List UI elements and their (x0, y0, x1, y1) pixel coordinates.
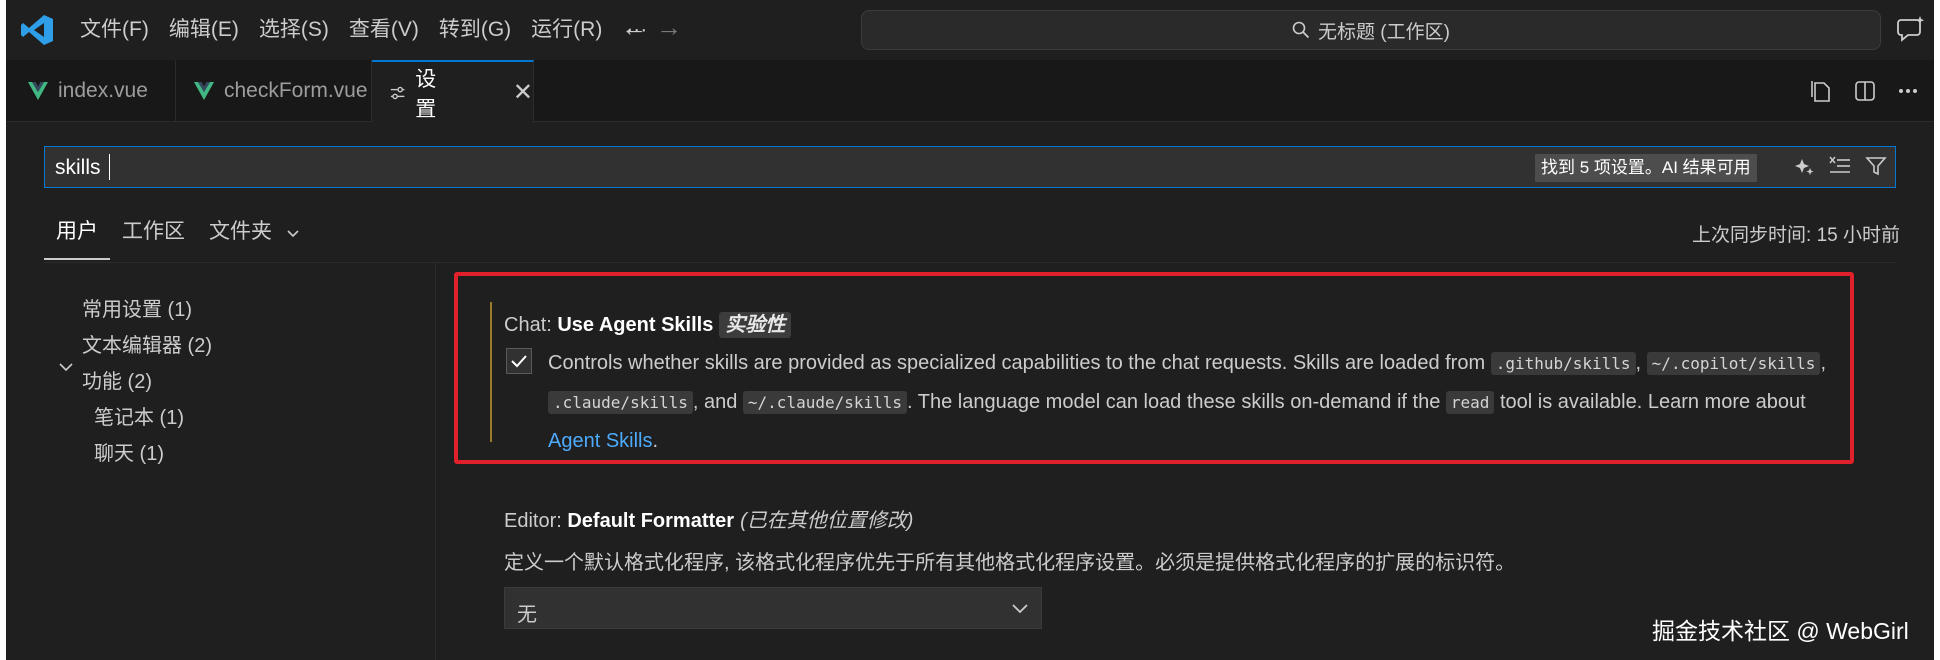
search-icon (1292, 21, 1310, 39)
setting-title-default-formatter: Editor: Default Formatter (已在其他位置修改) (504, 504, 913, 533)
desc-text: , (1820, 352, 1826, 374)
tab-folder[interactable]: 文件夹 (197, 210, 312, 260)
tab-label: checkForm.vue (224, 79, 368, 102)
tab-settings[interactable]: 设置 ✕ (372, 60, 534, 123)
more-actions-icon[interactable] (1898, 88, 1918, 94)
code-copilot-skills: ~/.copilot/skills (1646, 352, 1821, 375)
toc-item-text-editor[interactable]: 文本编辑器 (2) (82, 329, 212, 358)
code-github-skills: .github/skills (1490, 352, 1636, 375)
vscode-logo-icon (21, 15, 53, 45)
agent-skills-link[interactable]: Agent Skills (548, 430, 653, 452)
desc-text: Controls whether skills are provided as … (548, 352, 1491, 374)
desc-text: , and (692, 391, 738, 413)
chevron-down-icon (287, 230, 299, 238)
menu-bar: 文件(F) 编辑(E) 选择(S) 查看(V) 转到(G) 运行(R) ··· (70, 0, 661, 60)
text-caret (109, 154, 110, 180)
toc-item-commonly-used[interactable]: 常用设置 (1) (82, 293, 192, 322)
vue-icon (28, 82, 48, 100)
check-icon (511, 355, 527, 368)
ai-sparkle-icon[interactable] (1793, 155, 1815, 177)
filter-icon[interactable] (1865, 155, 1887, 177)
vscode-window: 文件(F) 编辑(E) 选择(S) 查看(V) 转到(G) 运行(R) ··· … (6, 0, 1934, 660)
title-bar: 文件(F) 编辑(E) 选择(S) 查看(V) 转到(G) 运行(R) ··· … (6, 0, 1934, 60)
default-formatter-select[interactable]: 无 (504, 587, 1042, 629)
code-home-claude-skills: ~/.claude/skills (742, 391, 908, 414)
menu-go[interactable]: 转到(G) (429, 0, 521, 60)
setting-description: 定义一个默认格式化程序, 该格式化程序优先于所有其他格式化程序设置。必须是提供格… (504, 552, 1516, 574)
select-value: 无 (517, 604, 537, 626)
code-read: read (1445, 391, 1495, 414)
setting-name: Default Formatter (567, 510, 735, 532)
command-center[interactable]: 无标题 (工作区) (861, 10, 1881, 50)
open-settings-json-icon[interactable] (1810, 79, 1832, 103)
toc-item-features[interactable]: 功能 (2) (82, 365, 152, 394)
split-editor-icon[interactable] (1854, 80, 1876, 102)
setting-title-use-agent-skills: Chat: Use Agent Skills 实验性 (504, 308, 792, 338)
chat-sparkle-icon[interactable] (1896, 14, 1926, 44)
forward-button[interactable]: → (656, 12, 682, 43)
menu-edit[interactable]: 编辑(E) (159, 0, 249, 60)
search-actions (1793, 155, 1887, 177)
menu-selection[interactable]: 选择(S) (249, 0, 339, 60)
use-agent-skills-checkbox[interactable] (506, 348, 532, 374)
setting-category: Editor: (504, 510, 568, 532)
back-button[interactable]: ← (621, 12, 647, 43)
chevron-down-icon[interactable] (58, 361, 74, 373)
tab-index-vue[interactable]: index.vue (6, 60, 176, 122)
settings-icon (390, 86, 405, 99)
tab-workspace[interactable]: 工作区 (110, 210, 197, 260)
close-icon[interactable]: ✕ (513, 78, 533, 107)
setting-focus-bar (490, 302, 492, 442)
desc-text: . (652, 430, 659, 452)
editor-actions (1810, 60, 1918, 122)
tab-user[interactable]: 用户 (44, 210, 110, 260)
desc-text: tool is available. Learn more about (1494, 391, 1806, 413)
menu-run[interactable]: 运行(R) (521, 0, 612, 60)
search-query: skills (55, 156, 101, 179)
desc-text: , (1635, 352, 1642, 374)
editor-tab-bar: index.vue checkForm.vue 设置 ✕ (6, 60, 1934, 123)
desc-text: . The language model can load these skil… (907, 391, 1446, 413)
toc-item-chat[interactable]: 聊天 (1) (94, 437, 164, 466)
last-sync-status: 上次同步时间: 15 小时前 (1692, 225, 1900, 246)
experimental-tag: 实验性 (719, 312, 792, 338)
setting-category: Chat: (504, 314, 558, 336)
toc-item-notebook[interactable]: 笔记本 (1) (94, 401, 184, 430)
code-claude-skills: .claude/skills (548, 391, 693, 414)
menu-view[interactable]: 查看(V) (339, 0, 429, 60)
command-center-title: 无标题 (工作区) (1318, 21, 1450, 43)
setting-name: Use Agent Skills (557, 314, 714, 336)
tab-folder-label: 文件夹 (209, 220, 272, 243)
tab-checkform-vue[interactable]: checkForm.vue (176, 60, 372, 122)
setting-description: Controls whether skills are provided as … (548, 344, 1848, 460)
tab-label: 设置 (415, 67, 437, 121)
tab-label: index.vue (58, 79, 148, 102)
chevron-down-icon (1012, 604, 1028, 614)
menu-file[interactable]: 文件(F) (70, 0, 159, 60)
settings-toc: 常用设置 (1) 文本编辑器 (2) 功能 (2) 笔记本 (1) 聊天 (1) (6, 263, 436, 660)
vue-icon (194, 82, 214, 100)
settings-search-input[interactable]: skills 找到 5 项设置。AI 结果可用 (44, 146, 1896, 188)
modified-elsewhere-note[interactable]: (已在其他位置修改) (740, 510, 913, 532)
search-result-badge: 找到 5 项设置。AI 结果可用 (1535, 154, 1757, 182)
clear-filter-list-icon[interactable] (1829, 155, 1851, 177)
watermark: 掘金技术社区 @ WebGirl (1652, 618, 1909, 644)
settings-scope-tabs: 用户 工作区 文件夹 (44, 210, 312, 260)
